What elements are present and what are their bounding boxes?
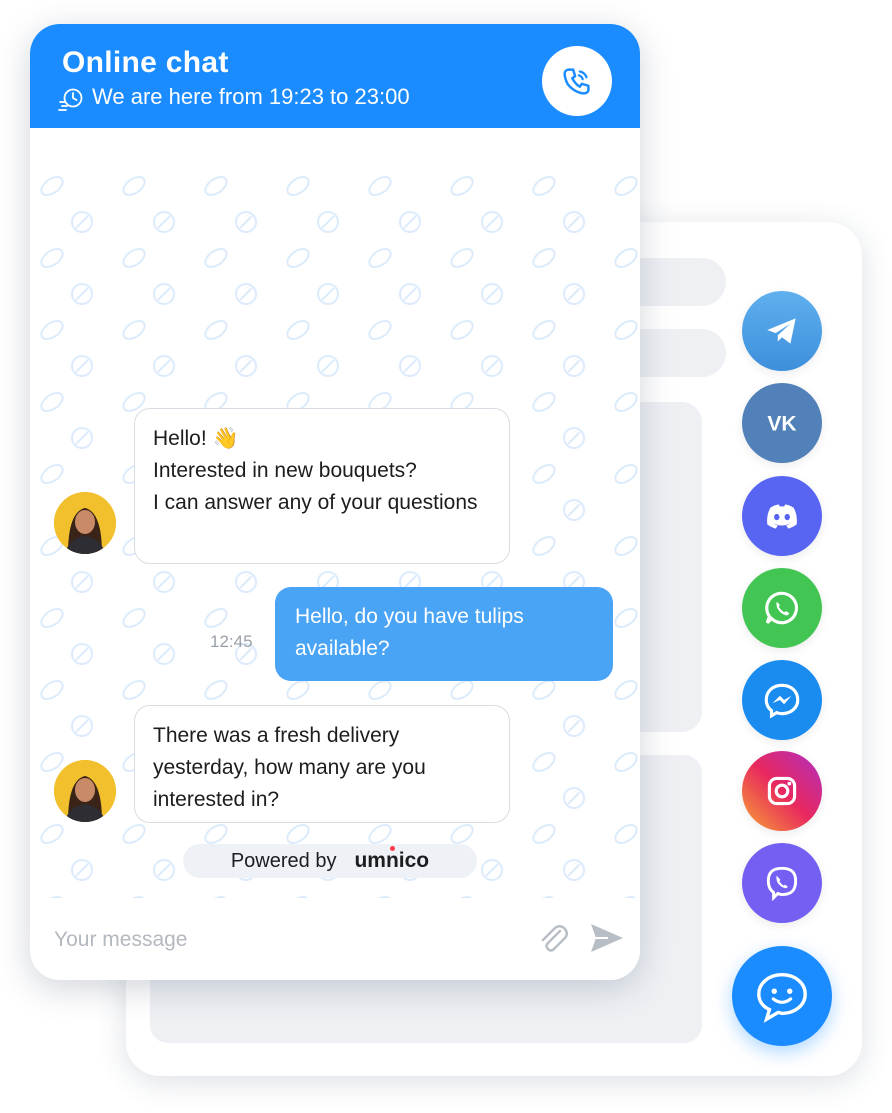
paperclip-icon[interactable] [536, 922, 570, 956]
message-input[interactable] [52, 922, 516, 958]
incoming-message: There was a fresh delivery yesterday, ho… [134, 705, 510, 823]
incoming-message: Hello! 👋 Interested in new bouquets? I c… [134, 408, 510, 564]
svg-text:VK: VK [767, 412, 796, 435]
clock-icon [58, 88, 83, 111]
whatsapp-button[interactable] [742, 568, 822, 648]
whatsapp-icon [765, 591, 799, 625]
chat-launcher-button[interactable] [732, 946, 832, 1046]
message-time: 12:45 [210, 632, 253, 651]
telegram-icon [767, 318, 796, 344]
powered-by-label: Powered by [230, 849, 337, 872]
message-composer [30, 898, 640, 980]
viber-icon [766, 866, 798, 902]
call-button[interactable] [542, 46, 612, 116]
phone-icon [563, 68, 590, 95]
chat-title: Online chat [62, 46, 229, 79]
instagram-button[interactable] [742, 751, 822, 831]
viber-button[interactable] [742, 843, 822, 923]
powered-by-badge[interactable]: Powered by umnico [183, 844, 477, 878]
messenger-button[interactable] [742, 660, 822, 740]
discord-icon [767, 504, 797, 529]
chat-body: Hello! 👋 Interested in new bouquets? I c… [30, 128, 640, 898]
outgoing-message: Hello, do you have tulips available? [275, 587, 613, 681]
working-hours: We are here from 19:23 to 23:00 [92, 84, 410, 109]
vk-button[interactable]: VK [742, 383, 822, 463]
telegram-button[interactable] [742, 291, 822, 371]
discord-button[interactable] [742, 476, 822, 556]
messenger-icon [764, 683, 800, 719]
vk-icon: VK [767, 412, 796, 435]
send-icon[interactable] [588, 920, 626, 956]
chat-window: Online chat We are here from 19:23 to 23… [30, 24, 640, 980]
brand-logo: umnico [354, 846, 429, 873]
instagram-icon [767, 776, 797, 806]
agent-avatar [54, 760, 116, 822]
chat-header: Online chat We are here from 19:23 to 23… [30, 24, 640, 128]
agent-avatar [54, 492, 116, 554]
chat-smile-icon [757, 973, 807, 1023]
